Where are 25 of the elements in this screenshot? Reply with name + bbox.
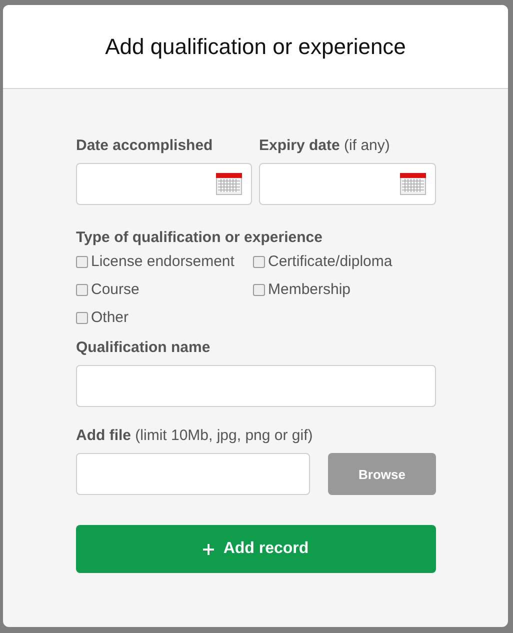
checkbox-label: Course xyxy=(91,281,140,298)
date-field[interactable] xyxy=(76,163,252,205)
checkbox[interactable] xyxy=(76,312,88,324)
checkbox-label: License endorsement xyxy=(91,253,234,270)
checkbox-label: Membership xyxy=(268,281,351,298)
checkbox-label: Other xyxy=(91,309,129,326)
calendar-icon[interactable] xyxy=(400,173,426,195)
field-label: Add file (limit 10Mb, jpg, png or gif) xyxy=(76,427,314,444)
file-field[interactable] xyxy=(76,453,310,495)
checkbox[interactable] xyxy=(76,284,88,296)
add-record-button[interactable]: Add record xyxy=(76,525,436,573)
field-label: Qualification name xyxy=(76,339,212,356)
field-label: Expiry date (if any) xyxy=(259,137,391,154)
plus-icon xyxy=(203,544,214,554)
date-field[interactable] xyxy=(259,163,436,205)
dialog-title: Add qualification or experience xyxy=(105,34,406,60)
checkbox[interactable] xyxy=(253,256,265,268)
text-field[interactable] xyxy=(76,365,436,407)
group-label: Type of qualification or experience xyxy=(76,229,324,246)
calendar-icon[interactable] xyxy=(216,173,242,195)
checkbox[interactable] xyxy=(253,284,265,296)
browse-button[interactable]: Browse xyxy=(328,453,436,495)
checkbox-label: Certificate/diploma xyxy=(268,253,392,270)
field-label: Date accomplished xyxy=(76,137,214,154)
checkbox[interactable] xyxy=(76,256,88,268)
